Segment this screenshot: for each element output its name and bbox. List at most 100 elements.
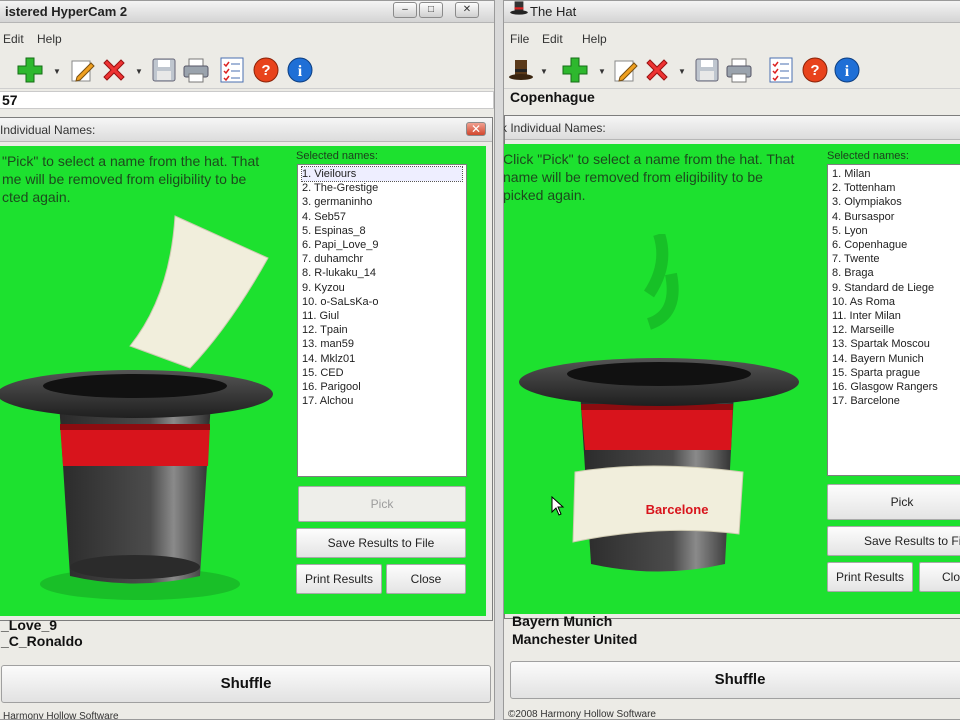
left-green-panel: "Pick" to select a name from the hat. Th… xyxy=(0,146,486,616)
list-item[interactable]: 5. Lyon xyxy=(832,224,960,238)
add-icon[interactable] xyxy=(560,55,590,85)
left-selected-names-list[interactable]: 1. Vieilours 2. The-Grestige 3. germaninho… xyxy=(297,164,467,477)
save-icon[interactable] xyxy=(692,55,722,85)
list-item[interactable]: 6. Copenhague xyxy=(832,238,960,252)
right-pick-button[interactable]: Pick xyxy=(827,484,960,520)
list-item[interactable]: 9. Standard de Liege xyxy=(832,281,960,295)
checklist-icon[interactable] xyxy=(766,55,796,85)
list-item[interactable]: 11. Inter Milan xyxy=(832,309,960,323)
edit-icon[interactable] xyxy=(67,55,97,85)
delete-dropdown-arrow[interactable]: ▼ xyxy=(678,67,686,76)
minimize-button[interactable]: – xyxy=(393,2,417,18)
right-save-results-button[interactable]: Save Results to File xyxy=(827,526,960,556)
checklist-icon[interactable] xyxy=(217,55,247,85)
left-dialog-close-icon[interactable]: ✕ xyxy=(466,122,486,136)
right-selected-label: Selected names: xyxy=(827,150,909,162)
list-item[interactable]: 2. Tottenham xyxy=(832,181,960,195)
list-item[interactable]: 17. Alchou xyxy=(302,394,462,408)
right-print-results-button[interactable]: Print Results xyxy=(827,562,913,592)
print-icon[interactable] xyxy=(724,55,754,85)
list-item[interactable]: 12. Tpain xyxy=(302,323,462,337)
right-window-title: The Hat xyxy=(530,4,577,19)
close-window-button[interactable]: ✕ xyxy=(455,2,479,18)
list-item[interactable]: 11. Giul xyxy=(302,309,462,323)
left-save-results-button[interactable]: Save Results to File xyxy=(296,528,466,558)
left-instructions-line-1: "Pick" to select a name from the hat. Th… xyxy=(2,153,260,169)
maximize-button[interactable]: □ xyxy=(419,2,443,18)
menu-file[interactable]: File xyxy=(510,32,529,46)
list-item[interactable]: 1. Milan xyxy=(832,167,960,181)
mouse-cursor-icon xyxy=(551,496,565,516)
list-item[interactable]: 16. Glasgow Rangers xyxy=(832,380,960,394)
svg-text:?: ? xyxy=(810,62,819,79)
list-item[interactable]: 7. Twente xyxy=(832,252,960,266)
list-item[interactable]: 7. duhamchr xyxy=(302,252,462,266)
delete-dropdown-arrow[interactable]: ▼ xyxy=(135,67,143,76)
save-icon[interactable] xyxy=(149,55,179,85)
print-icon[interactable] xyxy=(181,55,211,85)
left-shuffle-button[interactable]: Shuffle xyxy=(1,665,491,703)
left-pick-button[interactable]: Pick xyxy=(298,486,466,522)
right-title-bar: The Hat xyxy=(504,1,960,23)
right-top-field: Copenhague xyxy=(510,89,595,105)
list-item[interactable]: 13. Spartak Moscou xyxy=(832,337,960,351)
right-instructions-line-1: Click "Pick" to select a name from the h… xyxy=(503,151,795,167)
left-dialog-title: Individual Names: xyxy=(0,123,96,137)
menu-help[interactable]: Help xyxy=(37,32,62,46)
delete-icon[interactable] xyxy=(99,55,129,85)
left-toolbar: ▼ ▼ ? i xyxy=(0,51,494,89)
edit-icon[interactable] xyxy=(610,55,640,85)
right-shuffle-button[interactable]: Shuffle xyxy=(510,661,960,699)
hat-dropdown-arrow[interactable]: ▼ xyxy=(540,67,548,76)
list-item[interactable]: 15. CED xyxy=(302,366,462,380)
left-window-title: istered HyperCam 2 xyxy=(5,4,128,19)
add-dropdown-arrow[interactable]: ▼ xyxy=(598,67,606,76)
right-close-button[interactable]: Clo xyxy=(919,562,960,592)
right-selected-names-list[interactable]: 1. Milan 2. Tottenham 3. Olympiakos 4. Burs… xyxy=(827,164,960,476)
left-result-line-1: _Love_9 xyxy=(1,617,58,633)
right-instructions: Click "Pick" to select a name from the h… xyxy=(503,150,803,204)
list-item[interactable]: 14. Mklz01 xyxy=(302,352,462,366)
info-icon[interactable]: i xyxy=(832,55,862,85)
right-footer: ©2008 Harmony Hollow Software xyxy=(508,709,656,720)
list-item[interactable]: 1. Vieilours xyxy=(301,165,463,183)
info-icon[interactable]: i xyxy=(285,55,315,85)
right-toolbar: ▼ ▼ ▼ ? i xyxy=(504,51,960,89)
list-item[interactable]: 12. Marseille xyxy=(832,323,960,337)
list-item[interactable]: 14. Bayern Munich xyxy=(832,352,960,366)
list-item[interactable]: 2. The-Grestige xyxy=(302,181,462,195)
delete-icon[interactable] xyxy=(642,55,672,85)
list-item[interactable]: 3. Olympiakos xyxy=(832,195,960,209)
add-dropdown-arrow[interactable]: ▼ xyxy=(53,67,61,76)
list-item[interactable]: 8. R-lukaku_14 xyxy=(302,266,462,280)
menu-edit[interactable]: Edit xyxy=(542,32,563,46)
help-icon[interactable]: ? xyxy=(251,55,281,85)
add-icon[interactable] xyxy=(15,55,45,85)
left-result-line-2: _C_Ronaldo xyxy=(1,633,83,649)
list-item[interactable]: 4. Bursaspor xyxy=(832,210,960,224)
list-item[interactable]: 3. germaninho xyxy=(302,195,462,209)
list-item[interactable]: 13. man59 xyxy=(302,337,462,351)
right-app-window: The Hat File Edit Help ▼ ▼ ▼ ? i Copenha… xyxy=(503,0,960,720)
menu-edit[interactable]: Edit xyxy=(3,32,24,46)
help-icon[interactable]: ? xyxy=(800,55,830,85)
right-instructions-line-2: name will be removed from eligibility to… xyxy=(503,169,763,185)
list-item[interactable]: 4. Seb57 xyxy=(302,210,462,224)
list-item[interactable]: 10. o-SaLsKa-o xyxy=(302,295,462,309)
left-top-hat-illustration xyxy=(0,215,273,600)
list-item[interactable]: 10. As Roma xyxy=(832,295,960,309)
list-item[interactable]: 16. Parigool xyxy=(302,380,462,394)
svg-text:?: ? xyxy=(261,62,270,79)
list-item[interactable]: 5. Espinas_8 xyxy=(302,224,462,238)
list-item[interactable]: 8. Braga xyxy=(832,266,960,280)
right-pick-dialog: ck Individual Names: Click "Pick" to sel… xyxy=(504,115,960,619)
list-item[interactable]: 6. Papi_Love_9 xyxy=(302,238,462,252)
hat-icon[interactable] xyxy=(506,55,536,85)
list-item[interactable]: 9. Kyzou xyxy=(302,281,462,295)
left-print-results-button[interactable]: Print Results xyxy=(296,564,382,594)
list-item[interactable]: 17. Barcelone xyxy=(832,394,960,408)
list-item[interactable]: 15. Sparta prague xyxy=(832,366,960,380)
right-menu-bar: File Edit Help xyxy=(504,29,960,49)
menu-help[interactable]: Help xyxy=(582,32,607,46)
left-close-button[interactable]: Close xyxy=(386,564,466,594)
